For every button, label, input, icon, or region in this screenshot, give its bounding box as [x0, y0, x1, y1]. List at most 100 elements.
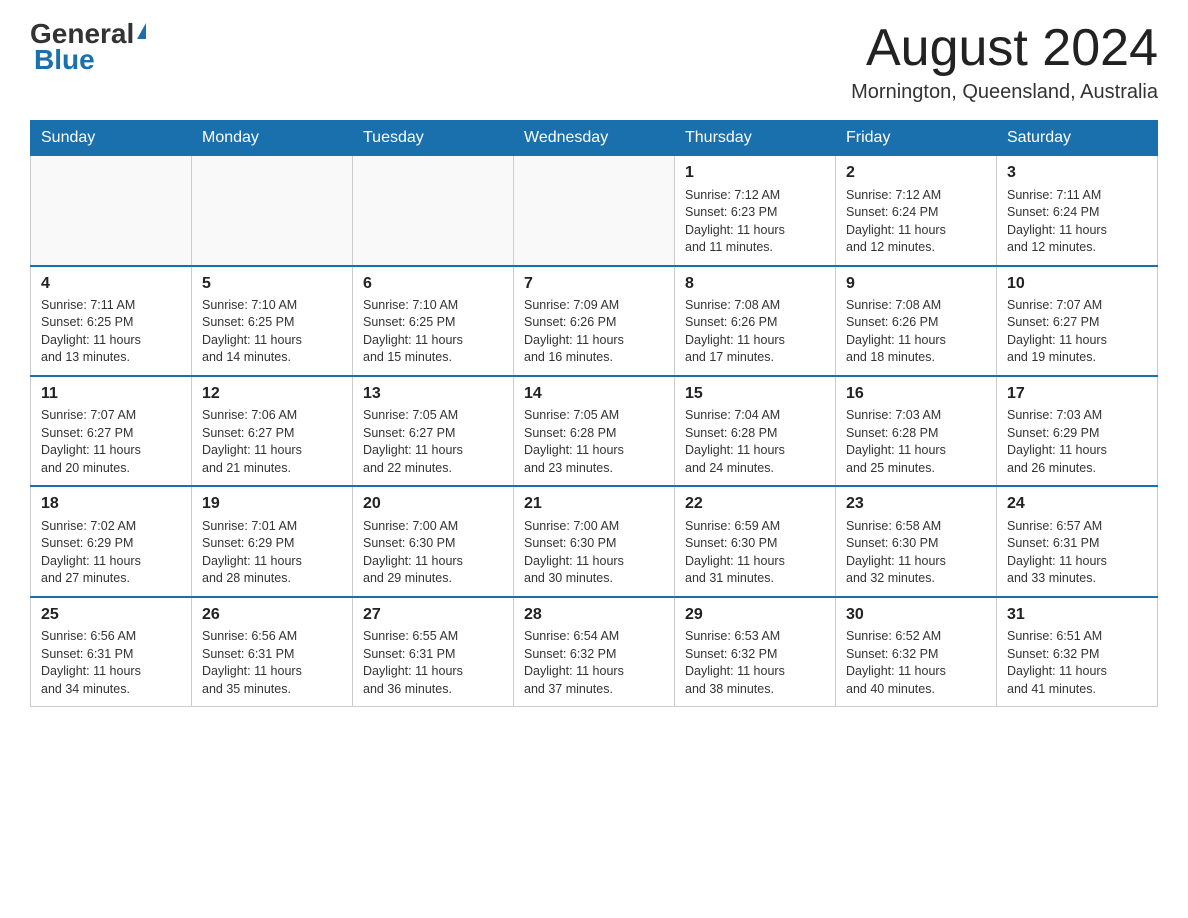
- day-info: Sunrise: 7:02 AM Sunset: 6:29 PM Dayligh…: [41, 518, 181, 588]
- calendar-cell: 16Sunrise: 7:03 AM Sunset: 6:28 PM Dayli…: [836, 376, 997, 486]
- week-row-1: 4Sunrise: 7:11 AM Sunset: 6:25 PM Daylig…: [31, 266, 1158, 376]
- day-info: Sunrise: 7:12 AM Sunset: 6:23 PM Dayligh…: [685, 187, 825, 257]
- calendar-cell: 14Sunrise: 7:05 AM Sunset: 6:28 PM Dayli…: [514, 376, 675, 486]
- day-number: 12: [202, 383, 342, 405]
- calendar-cell: 13Sunrise: 7:05 AM Sunset: 6:27 PM Dayli…: [353, 376, 514, 486]
- day-number: 25: [41, 604, 181, 626]
- calendar-cell: 28Sunrise: 6:54 AM Sunset: 6:32 PM Dayli…: [514, 597, 675, 707]
- calendar-cell: 10Sunrise: 7:07 AM Sunset: 6:27 PM Dayli…: [997, 266, 1158, 376]
- calendar-cell: 18 Sunrise: 7:02 AM Sunset: 6:29 PM Dayli…: [31, 486, 192, 596]
- calendar-cell: 7Sunrise: 7:09 AM Sunset: 6:26 PM Daylig…: [514, 266, 675, 376]
- day-number: 22: [685, 493, 825, 515]
- day-info: Sunrise: 7:04 AM Sunset: 6:28 PM Dayligh…: [685, 407, 825, 477]
- calendar-cell: 24 Sunrise: 6:57 AM Sunset: 6:31 PM Dayli…: [997, 486, 1158, 596]
- day-number: 14: [524, 383, 664, 405]
- logo-blue-text: Blue: [34, 46, 95, 74]
- week-row-2: 11Sunrise: 7:07 AM Sunset: 6:27 PM Dayli…: [31, 376, 1158, 486]
- day-info: Sunrise: 6:56 AM Sunset: 6:31 PM Dayligh…: [202, 628, 342, 698]
- calendar-cell: [514, 156, 675, 266]
- header-monday: Monday: [192, 121, 353, 156]
- day-number: 2: [846, 162, 986, 184]
- day-number: 1: [685, 162, 825, 184]
- day-info: Sunrise: 7:10 AM Sunset: 6:25 PM Dayligh…: [363, 297, 503, 367]
- day-number: 3: [1007, 162, 1147, 184]
- day-number: 9: [846, 273, 986, 295]
- day-info: Sunrise: 7:05 AM Sunset: 6:27 PM Dayligh…: [363, 407, 503, 477]
- day-number: 23: [846, 493, 986, 515]
- day-info: Sunrise: 7:07 AM Sunset: 6:27 PM Dayligh…: [41, 407, 181, 477]
- header-tuesday: Tuesday: [353, 121, 514, 156]
- header-sunday: Sunday: [31, 121, 192, 156]
- header-row: SundayMondayTuesdayWednesdayThursdayFrid…: [31, 121, 1158, 156]
- calendar-cell: 27Sunrise: 6:55 AM Sunset: 6:31 PM Dayli…: [353, 597, 514, 707]
- header: General Blue August 2024 Mornington, Que…: [30, 20, 1158, 104]
- calendar-cell: 19 Sunrise: 7:01 AM Sunset: 6:29 PM Dayli…: [192, 486, 353, 596]
- week-row-3: 18 Sunrise: 7:02 AM Sunset: 6:29 PM Dayli…: [31, 486, 1158, 596]
- calendar-table: SundayMondayTuesdayWednesdayThursdayFrid…: [30, 120, 1158, 707]
- day-number: 27: [363, 604, 503, 626]
- day-number: 31: [1007, 604, 1147, 626]
- logo-triangle-icon: [137, 23, 146, 39]
- calendar-cell: 15Sunrise: 7:04 AM Sunset: 6:28 PM Dayli…: [675, 376, 836, 486]
- day-number: 29: [685, 604, 825, 626]
- calendar-cell: 31Sunrise: 6:51 AM Sunset: 6:32 PM Dayli…: [997, 597, 1158, 707]
- day-info: Sunrise: 7:09 AM Sunset: 6:26 PM Dayligh…: [524, 297, 664, 367]
- week-row-0: 1 Sunrise: 7:12 AM Sunset: 6:23 PM Daylig…: [31, 156, 1158, 266]
- day-info: Sunrise: 7:03 AM Sunset: 6:28 PM Dayligh…: [846, 407, 986, 477]
- calendar-cell: [353, 156, 514, 266]
- day-info: Sunrise: 6:55 AM Sunset: 6:31 PM Dayligh…: [363, 628, 503, 698]
- day-info: Sunrise: 7:01 AM Sunset: 6:29 PM Dayligh…: [202, 518, 342, 588]
- calendar-cell: 12Sunrise: 7:06 AM Sunset: 6:27 PM Dayli…: [192, 376, 353, 486]
- calendar-cell: 2 Sunrise: 7:12 AM Sunset: 6:24 PM Daylig…: [836, 156, 997, 266]
- day-number: 26: [202, 604, 342, 626]
- calendar-cell: 8Sunrise: 7:08 AM Sunset: 6:26 PM Daylig…: [675, 266, 836, 376]
- week-row-4: 25Sunrise: 6:56 AM Sunset: 6:31 PM Dayli…: [31, 597, 1158, 707]
- day-number: 24: [1007, 493, 1147, 515]
- day-info: Sunrise: 7:03 AM Sunset: 6:29 PM Dayligh…: [1007, 407, 1147, 477]
- day-number: 18: [41, 493, 181, 515]
- day-info: Sunrise: 7:00 AM Sunset: 6:30 PM Dayligh…: [524, 518, 664, 588]
- calendar-cell: 5Sunrise: 7:10 AM Sunset: 6:25 PM Daylig…: [192, 266, 353, 376]
- calendar-cell: 22Sunrise: 6:59 AM Sunset: 6:30 PM Dayli…: [675, 486, 836, 596]
- day-number: 20: [363, 493, 503, 515]
- location-title: Mornington, Queensland, Australia: [851, 81, 1158, 104]
- day-number: 6: [363, 273, 503, 295]
- header-thursday: Thursday: [675, 121, 836, 156]
- day-number: 10: [1007, 273, 1147, 295]
- calendar-cell: 6Sunrise: 7:10 AM Sunset: 6:25 PM Daylig…: [353, 266, 514, 376]
- day-info: Sunrise: 6:56 AM Sunset: 6:31 PM Dayligh…: [41, 628, 181, 698]
- day-info: Sunrise: 7:10 AM Sunset: 6:25 PM Dayligh…: [202, 297, 342, 367]
- calendar-cell: 30Sunrise: 6:52 AM Sunset: 6:32 PM Dayli…: [836, 597, 997, 707]
- header-saturday: Saturday: [997, 121, 1158, 156]
- day-info: Sunrise: 7:08 AM Sunset: 6:26 PM Dayligh…: [846, 297, 986, 367]
- day-number: 16: [846, 383, 986, 405]
- day-info: Sunrise: 6:57 AM Sunset: 6:31 PM Dayligh…: [1007, 518, 1147, 588]
- logo: General Blue: [30, 20, 146, 74]
- day-info: Sunrise: 7:06 AM Sunset: 6:27 PM Dayligh…: [202, 407, 342, 477]
- day-number: 4: [41, 273, 181, 295]
- day-info: Sunrise: 6:52 AM Sunset: 6:32 PM Dayligh…: [846, 628, 986, 698]
- calendar-cell: [31, 156, 192, 266]
- calendar-cell: 4Sunrise: 7:11 AM Sunset: 6:25 PM Daylig…: [31, 266, 192, 376]
- day-number: 13: [363, 383, 503, 405]
- day-number: 7: [524, 273, 664, 295]
- calendar-cell: 17Sunrise: 7:03 AM Sunset: 6:29 PM Dayli…: [997, 376, 1158, 486]
- day-info: Sunrise: 6:53 AM Sunset: 6:32 PM Dayligh…: [685, 628, 825, 698]
- day-info: Sunrise: 6:54 AM Sunset: 6:32 PM Dayligh…: [524, 628, 664, 698]
- day-info: Sunrise: 7:00 AM Sunset: 6:30 PM Dayligh…: [363, 518, 503, 588]
- day-info: Sunrise: 7:08 AM Sunset: 6:26 PM Dayligh…: [685, 297, 825, 367]
- day-number: 8: [685, 273, 825, 295]
- day-info: Sunrise: 6:58 AM Sunset: 6:30 PM Dayligh…: [846, 518, 986, 588]
- header-wednesday: Wednesday: [514, 121, 675, 156]
- day-info: Sunrise: 7:11 AM Sunset: 6:25 PM Dayligh…: [41, 297, 181, 367]
- calendar-cell: 20 Sunrise: 7:00 AM Sunset: 6:30 PM Dayli…: [353, 486, 514, 596]
- calendar-cell: 21 Sunrise: 7:00 AM Sunset: 6:30 PM Dayli…: [514, 486, 675, 596]
- calendar-cell: 25Sunrise: 6:56 AM Sunset: 6:31 PM Dayli…: [31, 597, 192, 707]
- day-info: Sunrise: 7:12 AM Sunset: 6:24 PM Dayligh…: [846, 187, 986, 257]
- day-number: 19: [202, 493, 342, 515]
- day-info: Sunrise: 6:51 AM Sunset: 6:32 PM Dayligh…: [1007, 628, 1147, 698]
- calendar-cell: 9Sunrise: 7:08 AM Sunset: 6:26 PM Daylig…: [836, 266, 997, 376]
- day-number: 15: [685, 383, 825, 405]
- day-number: 21: [524, 493, 664, 515]
- calendar-cell: [192, 156, 353, 266]
